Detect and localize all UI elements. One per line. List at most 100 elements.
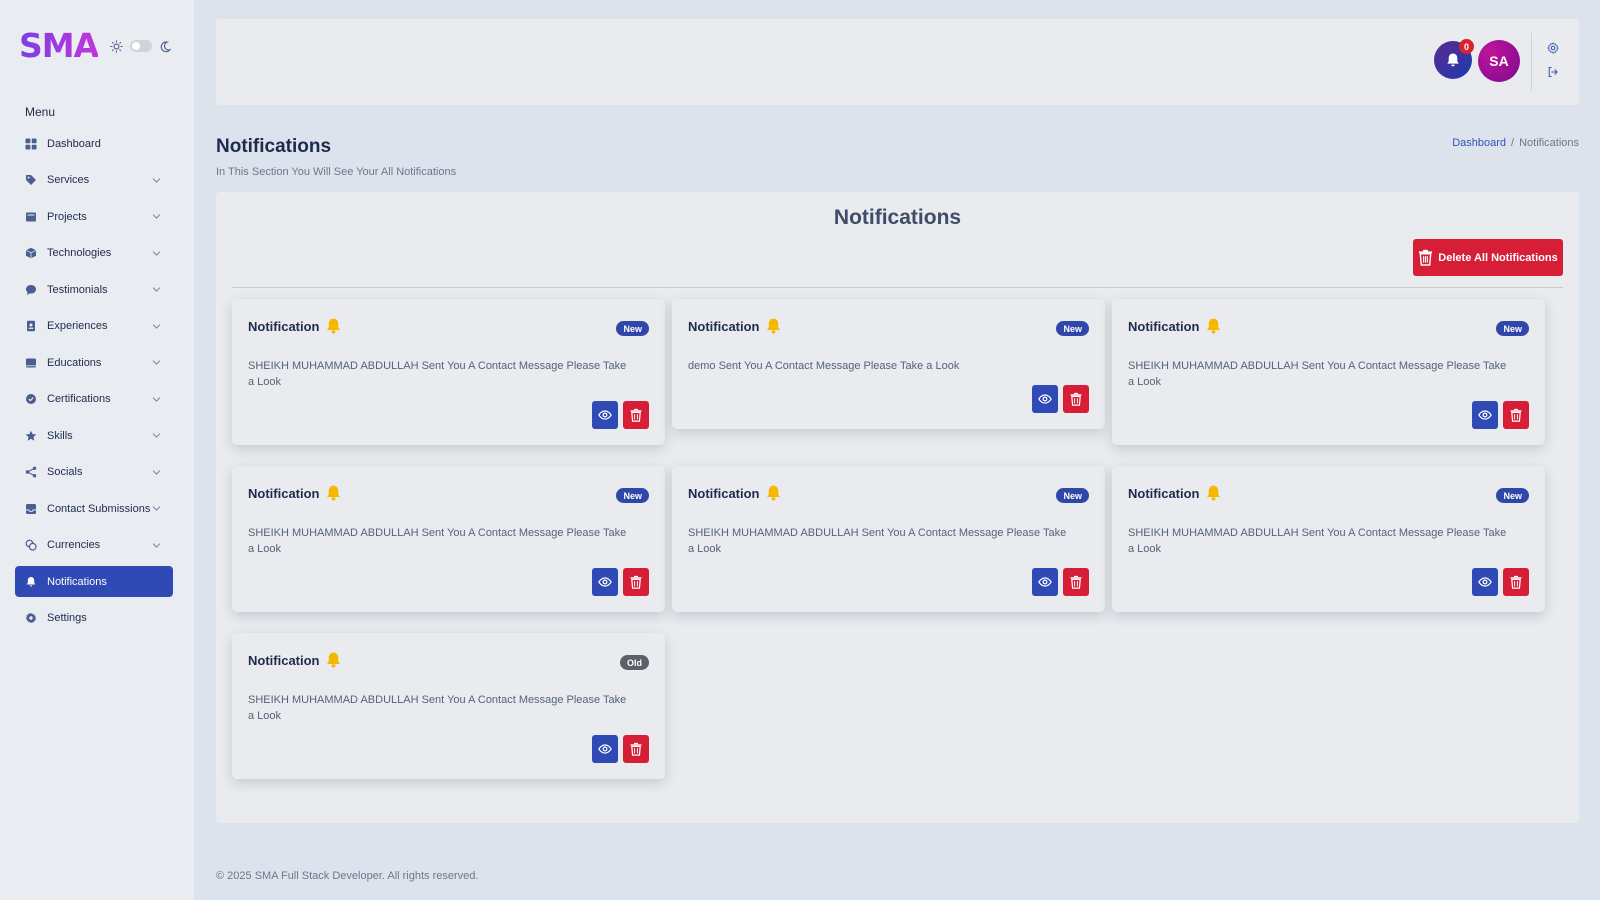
logo[interactable]: SMA (19, 28, 99, 64)
notification-header: Notification (248, 317, 342, 335)
book-icon (25, 357, 37, 369)
delete-notification-button[interactable] (623, 401, 649, 429)
chevron-down-icon (152, 395, 161, 404)
notification-header: Notification (688, 317, 782, 335)
notification-message: SHEIKH MUHAMMAD ABDULLAH Sent You A Cont… (248, 694, 627, 722)
notification-title: Notification (688, 318, 760, 334)
notification-title: Notification (1128, 318, 1200, 334)
sidebar-item-label: Projects (47, 210, 87, 223)
notification-header: Notification (248, 651, 342, 669)
sidebar-item-testimonials[interactable]: Testimonials (15, 274, 173, 305)
brand-row: SMA (19, 28, 172, 64)
sidebar: SMA Menu Dashboard Services Projects Techno… (0, 0, 194, 900)
sidebar-item-projects[interactable]: Projects (15, 201, 173, 232)
sidebar-item-services[interactable]: Services (15, 165, 173, 196)
sidebar-item-label: Socials (47, 466, 83, 478)
status-badge: New (1496, 321, 1529, 336)
sidebar-item-label: Contact Submissions (47, 502, 151, 515)
breadcrumb-separator: / (1511, 137, 1515, 149)
notification-actions (592, 401, 649, 429)
eye-icon (598, 742, 612, 756)
certificate-icon (25, 393, 37, 405)
sidebar-item-technologies[interactable]: Technologies (15, 238, 173, 269)
sidebar-item-label: Dashboard (47, 137, 101, 150)
status-badge: New (1056, 488, 1089, 503)
trash-icon (629, 742, 643, 756)
view-notification-button[interactable] (592, 735, 618, 763)
sidebar-item-skills[interactable]: Skills (15, 420, 173, 451)
notifications-panel: Notifications Delete All Notifications N… (216, 192, 1579, 823)
sidebar-item-settings[interactable]: Settings (15, 603, 173, 634)
sidebar-item-label: Currencies (47, 539, 101, 551)
view-notification-button[interactable] (1472, 401, 1498, 429)
bell-icon (325, 317, 342, 335)
page-title: Notifications (216, 136, 332, 157)
trash-icon (1418, 249, 1433, 266)
id-badge-icon (25, 320, 37, 332)
sidebar-item-currencies[interactable]: Currencies (15, 530, 173, 561)
notification-message: SHEIKH MUHAMMAD ABDULLAH Sent You A Cont… (1128, 527, 1507, 555)
avatar[interactable]: SA (1478, 40, 1520, 82)
notification-card: Notification New demo Sent You A Contact M… (672, 299, 1105, 429)
sidebar-item-label: Testimonials (47, 283, 108, 296)
view-notification-button[interactable] (1032, 568, 1058, 596)
chevron-down-icon (152, 358, 161, 367)
trash-icon (1069, 575, 1083, 589)
notification-header: Notification (1128, 317, 1222, 335)
trash-icon (1069, 392, 1083, 406)
sidebar-item-notifications[interactable]: Notifications (15, 566, 173, 597)
bell-icon (1205, 484, 1222, 502)
eye-icon (1038, 392, 1052, 406)
chevron-down-icon (152, 322, 161, 331)
logout-icon[interactable] (1547, 66, 1559, 78)
notification-title: Notification (688, 485, 760, 501)
chevron-down-icon (152, 176, 161, 185)
trash-icon (629, 408, 643, 422)
sidebar-item-label: Services (47, 174, 90, 186)
topbar: 0 SA (216, 19, 1579, 105)
breadcrumb-current: Notifications (1519, 137, 1579, 149)
trash-icon (1509, 575, 1523, 589)
view-notification-button[interactable] (1032, 385, 1058, 413)
theme-toggle[interactable] (130, 40, 153, 52)
view-notification-button[interactable] (592, 568, 618, 596)
box-icon (25, 247, 37, 259)
panel-divider (232, 287, 1563, 288)
notification-message: SHEIKH MUHAMMAD ABDULLAH Sent You A Cont… (248, 360, 627, 388)
sun-icon (110, 39, 123, 53)
breadcrumb-dashboard-link[interactable]: Dashboard (1452, 137, 1506, 149)
notification-header: Notification (248, 484, 342, 502)
delete-notification-button[interactable] (1503, 401, 1529, 429)
panel-title: Notifications (833, 206, 962, 229)
sidebar-item-label: Technologies (47, 247, 112, 259)
status-badge: New (616, 321, 649, 336)
notification-message: SHEIKH MUHAMMAD ABDULLAH Sent You A Cont… (688, 527, 1067, 555)
theme-switch[interactable] (110, 39, 172, 53)
share-icon (25, 466, 37, 478)
sidebar-item-contact-submissions[interactable]: Contact Submissions (15, 493, 173, 524)
delete-notification-button[interactable] (1063, 568, 1089, 596)
grid-icon (25, 138, 37, 150)
view-notification-button[interactable] (1472, 568, 1498, 596)
notifications-button[interactable]: 0 (1434, 39, 1474, 79)
topbar-divider (1531, 33, 1532, 91)
sidebar-item-label: Skills (47, 429, 73, 442)
sidebar-item-socials[interactable]: Socials (15, 457, 173, 488)
sidebar-item-dashboard[interactable]: Dashboard (15, 128, 173, 159)
notification-card: Notification New SHEIKH MUHAMMAD ABDULLAH … (1112, 299, 1545, 445)
eye-icon (1478, 575, 1492, 589)
chat-icon (25, 284, 37, 296)
settings-gear-icon[interactable] (1547, 42, 1559, 54)
delete-notification-button[interactable] (1063, 385, 1089, 413)
delete-notification-button[interactable] (1503, 568, 1529, 596)
view-notification-button[interactable] (592, 401, 618, 429)
sidebar-item-experiences[interactable]: Experiences (15, 311, 173, 342)
sidebar-item-educations[interactable]: Educations (15, 347, 173, 378)
delete-notification-button[interactable] (623, 735, 649, 763)
notification-header: Notification (688, 484, 782, 502)
sidebar-item-certifications[interactable]: Certifications (15, 384, 173, 415)
moon-icon (159, 40, 172, 53)
delete-notification-button[interactable] (623, 568, 649, 596)
trash-icon (1509, 408, 1523, 422)
delete-all-notifications-button[interactable]: Delete All Notifications (1413, 239, 1563, 276)
